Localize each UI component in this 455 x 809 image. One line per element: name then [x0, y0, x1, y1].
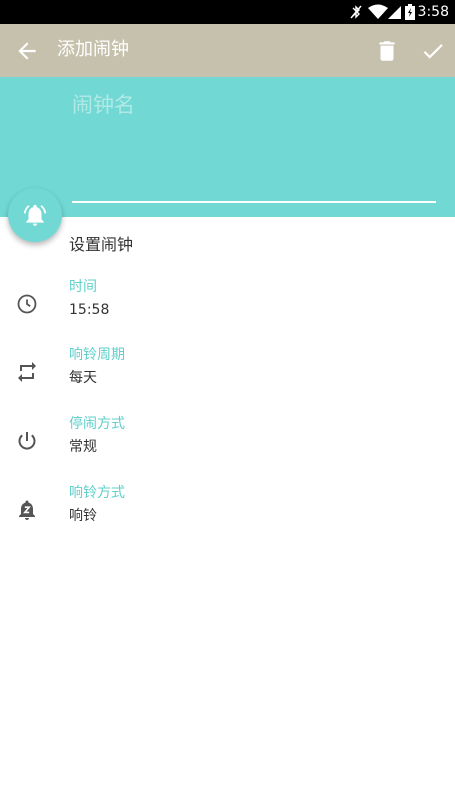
trash-icon[interactable]: [374, 38, 400, 64]
clock-icon: [17, 294, 37, 314]
setting-row-stop-method[interactable]: 停闹方式 常规: [0, 415, 455, 473]
signal-icon: [388, 6, 401, 19]
setting-row-repeat[interactable]: 响铃周期 每天: [0, 346, 455, 404]
section-title: 设置闹钟: [69, 235, 134, 254]
status-bar: 3:58: [0, 0, 455, 24]
bluetooth-off-icon: [350, 5, 362, 19]
power-icon: [18, 432, 36, 450]
setting-value: 每天: [69, 370, 97, 386]
name-input-underline: [72, 201, 436, 203]
setting-label: 响铃方式: [69, 485, 125, 501]
page-title: 添加闹钟: [57, 39, 129, 60]
battery-icon: [405, 4, 415, 20]
alarm-name-input[interactable]: [72, 88, 435, 122]
alarm-ring-icon: [23, 204, 47, 226]
status-time: 3:58: [417, 4, 449, 20]
setting-row-time[interactable]: 时间 15:58: [0, 278, 455, 336]
setting-value: 常规: [69, 439, 97, 455]
check-icon[interactable]: [420, 38, 446, 64]
setting-row-ring-method[interactable]: 响铃方式 响铃: [0, 484, 455, 542]
setting-label: 响铃周期: [69, 347, 125, 363]
repeat-icon: [18, 362, 36, 382]
setting-label: 时间: [69, 279, 97, 295]
toolbar: 添加闹钟: [0, 24, 455, 77]
wifi-icon: [368, 4, 388, 19]
setting-label: 停闹方式: [69, 416, 125, 432]
setting-value: 15:58: [69, 302, 110, 318]
alarm-snooze-icon: [19, 500, 35, 520]
arrow-left-icon[interactable]: [14, 38, 40, 64]
alarm-fab-button[interactable]: [8, 188, 62, 242]
setting-value: 响铃: [69, 508, 97, 524]
